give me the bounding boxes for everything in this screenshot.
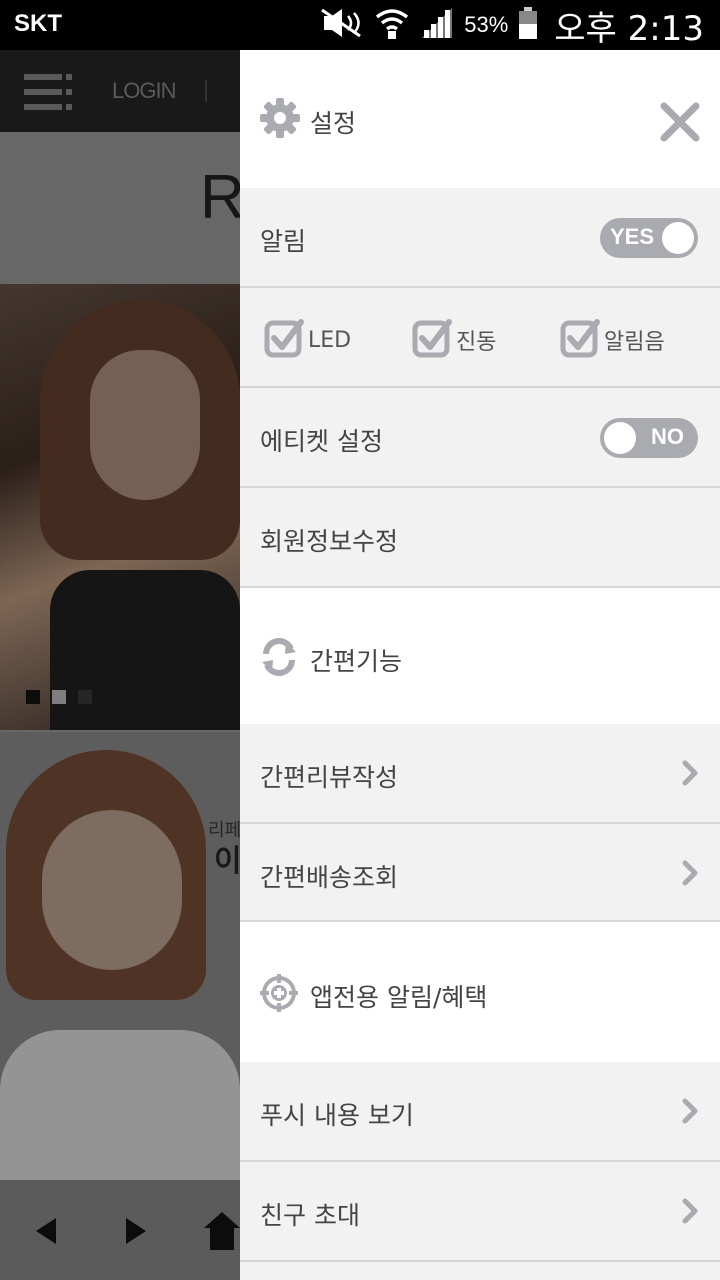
edit-member-row[interactable]: 회원정보수정	[240, 488, 720, 588]
sound-checkbox[interactable]: 알림음	[560, 318, 665, 362]
drawer-header: 설정	[240, 50, 720, 188]
checkbox-checked-icon	[264, 318, 304, 362]
vibration-checkbox[interactable]: 진동	[412, 318, 496, 362]
chevron-right-icon	[682, 860, 698, 890]
battery-icon	[518, 6, 538, 44]
notification-toggle-text: YES	[610, 224, 655, 249]
wifi-icon	[374, 5, 410, 45]
quick-delivery-row[interactable]: 간편배송조회	[240, 824, 720, 922]
edit-member-label: 회원정보수정	[260, 527, 399, 556]
clock: 오후 2:13	[554, 8, 704, 49]
notification-row: 알림 YES	[240, 188, 720, 288]
quick-features-title: 간편기능	[310, 647, 403, 676]
quick-review-label: 간편리뷰작성	[260, 763, 399, 792]
quick-review-row[interactable]: 간편리뷰작성	[240, 724, 720, 824]
gear-icon	[260, 98, 300, 142]
invite-friend-label: 친구 초대	[260, 1201, 360, 1230]
quick-delivery-label: 간편배송조회	[260, 863, 399, 892]
target-icon	[260, 974, 298, 1016]
battery-percent: 53%	[464, 12, 509, 37]
chevron-right-icon	[682, 1098, 698, 1128]
push-content-row[interactable]: 푸시 내용 보기	[240, 1062, 720, 1162]
notification-label: 알림	[260, 227, 307, 256]
dim-overlay[interactable]	[0, 50, 240, 1280]
push-content-label: 푸시 내용 보기	[260, 1101, 414, 1130]
chevron-right-icon	[682, 760, 698, 790]
quick-features-header: 간편기능	[240, 588, 720, 724]
mute-icon	[318, 6, 364, 44]
checkbox-checked-icon	[560, 318, 600, 362]
refresh-icon	[260, 638, 298, 680]
chevron-right-icon	[682, 1198, 698, 1228]
vibration-label: 진동	[456, 330, 497, 355]
etiquette-toggle-text: NO	[651, 424, 684, 449]
led-label: LED	[308, 327, 352, 353]
checkbox-checked-icon	[412, 318, 452, 362]
etiquette-row: 에티켓 설정 NO	[240, 388, 720, 488]
status-bar: SKT 53% 오후 2:13	[0, 0, 720, 50]
status-icons: 53% 오후 2:13	[318, 4, 704, 49]
app-benefits-title: 앱전용 알림/혜택	[310, 983, 488, 1012]
drawer-title: 설정	[310, 109, 357, 138]
notification-toggle[interactable]: YES	[600, 218, 698, 258]
close-icon[interactable]	[660, 102, 700, 146]
led-checkbox[interactable]: LED	[264, 318, 351, 362]
etiquette-label: 에티켓 설정	[260, 427, 383, 456]
invite-friend-row[interactable]: 친구 초대	[240, 1162, 720, 1262]
carrier-name: SKT	[14, 10, 62, 37]
toggle-knob	[662, 222, 694, 254]
app-benefits-header: 앱전용 알림/혜택	[240, 922, 720, 1062]
alert-options-row: LED 진동 알림음	[240, 288, 720, 388]
sound-label: 알림음	[604, 330, 665, 355]
toggle-knob	[604, 422, 636, 454]
signal-icon	[420, 6, 454, 44]
etiquette-toggle[interactable]: NO	[600, 418, 698, 458]
settings-drawer: 설정 알림 YES LED 진동 알림음 에티켓 설정 NO 회원정보수정 간편…	[240, 50, 720, 1280]
